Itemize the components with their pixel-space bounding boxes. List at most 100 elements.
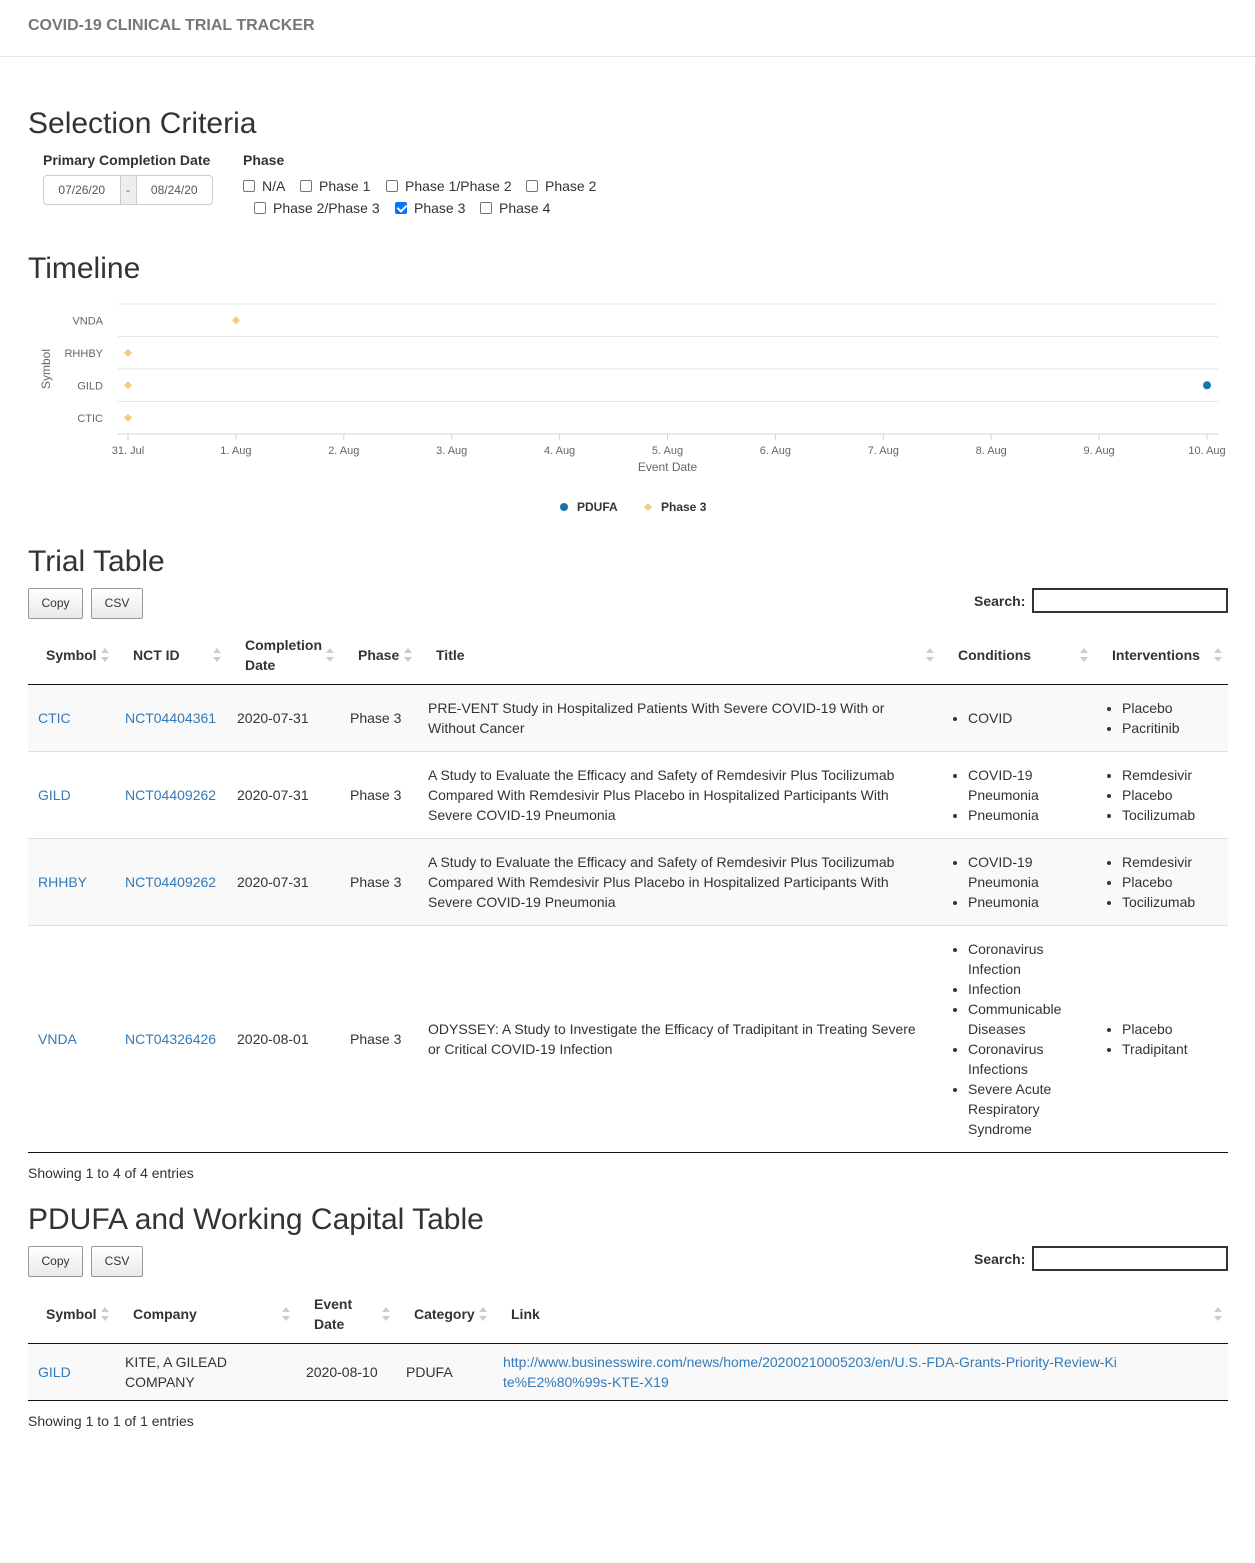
condition-item: Pneumonia xyxy=(968,892,1084,912)
phase-option-label: Phase 1 xyxy=(319,178,371,194)
symbol-link[interactable]: GILD xyxy=(38,787,71,803)
y-axis-label: Symbol xyxy=(39,349,53,389)
trial-table-header-row: Symbol NCT ID Completion Date Phase Titl… xyxy=(28,627,1228,685)
phase-option-label: Phase 4 xyxy=(499,200,551,216)
data-point[interactable] xyxy=(124,348,132,357)
sort-icon[interactable] xyxy=(101,648,109,663)
date-range-picker[interactable]: 07/26/20 - 08/24/20 xyxy=(43,175,213,205)
nct-link[interactable]: NCT04404361 xyxy=(125,710,216,726)
phase-option[interactable]: Phase 2/Phase 3 xyxy=(254,200,380,216)
legend-item[interactable]: PDUFA xyxy=(560,500,618,514)
interventions-list: PlaceboTradipitant xyxy=(1104,1019,1218,1059)
sort-icon[interactable] xyxy=(382,1307,390,1322)
phase-checkbox[interactable] xyxy=(243,180,255,192)
col-conditions[interactable]: Conditions xyxy=(940,627,1094,685)
symbol-link[interactable]: CTIC xyxy=(38,710,71,726)
nct-cell: NCT04409262 xyxy=(115,750,227,838)
col-symbol[interactable]: Symbol xyxy=(28,1286,115,1344)
nct-link[interactable]: NCT04409262 xyxy=(125,874,216,890)
sort-icon[interactable] xyxy=(213,648,221,663)
col-category[interactable]: Category xyxy=(396,1286,493,1344)
sort-icon[interactable] xyxy=(282,1307,290,1322)
phase-checkbox[interactable] xyxy=(526,180,538,192)
x-tick-label: 5. Aug xyxy=(652,445,683,457)
pdufa-search-input[interactable] xyxy=(1032,1246,1228,1271)
phase-option[interactable]: Phase 3 xyxy=(395,200,465,216)
intervention-item: Tocilizumab xyxy=(1122,892,1218,912)
phase-option[interactable]: N/A xyxy=(243,178,285,194)
table-row[interactable]: VNDA NCT04326426 2020-08-01 Phase 3 ODYSSEY:… xyxy=(28,924,1228,1152)
trial-copy-button[interactable]: Copy xyxy=(28,588,83,619)
sort-icon[interactable] xyxy=(1214,1307,1222,1322)
legend-marker xyxy=(560,503,568,511)
sort-icon[interactable] xyxy=(326,648,334,663)
col-title[interactable]: Title xyxy=(418,627,940,685)
phase-checkbox[interactable] xyxy=(386,180,398,192)
condition-item: Coronavirus Infection xyxy=(968,939,1084,979)
phase-checkbox[interactable] xyxy=(300,180,312,192)
condition-item: Infection xyxy=(968,979,1084,999)
trial-table-info: Showing 1 to 4 of 4 entries xyxy=(28,1165,194,1181)
pdufa-csv-button[interactable]: CSV xyxy=(91,1246,143,1277)
sort-icon[interactable] xyxy=(101,1307,109,1322)
trial-search-label: Search: xyxy=(974,593,1026,609)
symbol-link[interactable]: GILD xyxy=(38,1364,71,1380)
phase-checkbox[interactable] xyxy=(395,202,407,214)
col-symbol[interactable]: Symbol xyxy=(28,627,115,685)
data-point[interactable] xyxy=(124,413,132,422)
interventions-cell: RemdesivirPlaceboTocilizumab xyxy=(1094,750,1228,838)
symbol-link[interactable]: VNDA xyxy=(38,1031,77,1047)
trial-table: Symbol NCT ID Completion Date Phase Titl… xyxy=(28,627,1228,1153)
app-title[interactable]: COVID-19 CLINICAL TRIAL TRACKER xyxy=(28,17,315,35)
symbol-cell: VNDA xyxy=(28,924,115,1152)
phase-option[interactable]: Phase 1/Phase 2 xyxy=(386,178,512,194)
trial-table-heading: Trial Table xyxy=(28,545,165,578)
conditions-list: Coronavirus InfectionInfectionCommunicab… xyxy=(950,939,1084,1139)
nct-link[interactable]: NCT04326426 xyxy=(125,1031,216,1047)
phase-option[interactable]: Phase 2 xyxy=(526,178,596,194)
col-phase[interactable]: Phase xyxy=(340,627,418,685)
x-tick-label: 3. Aug xyxy=(436,445,467,457)
nct-link[interactable]: NCT04409262 xyxy=(125,787,216,803)
symbol-cell: GILD xyxy=(28,1343,115,1400)
phase-checkbox[interactable] xyxy=(480,202,492,214)
sort-icon[interactable] xyxy=(1214,648,1222,663)
sort-icon[interactable] xyxy=(404,648,412,663)
col-company[interactable]: Company xyxy=(115,1286,296,1344)
col-interventions[interactable]: Interventions xyxy=(1094,627,1228,685)
sort-icon[interactable] xyxy=(1080,648,1088,663)
table-row[interactable]: GILD NCT04409262 2020-07-31 Phase 3A Study … xyxy=(28,750,1228,838)
sort-icon[interactable] xyxy=(926,648,934,663)
data-point[interactable] xyxy=(231,316,240,325)
phase-option[interactable]: Phase 4 xyxy=(480,200,550,216)
col-link[interactable]: Link xyxy=(493,1286,1228,1344)
table-row[interactable]: RHHBY NCT04409262 2020-07-31 Phase 3A Study… xyxy=(28,837,1228,925)
phase-checkbox[interactable] xyxy=(254,202,266,214)
nct-cell: NCT04404361 xyxy=(115,684,227,751)
x-tick-label: 8. Aug xyxy=(976,445,1007,457)
col-event-date[interactable]: Event Date xyxy=(296,1286,396,1344)
press-release-link[interactable]: http://www.businesswire.com/news/home/20… xyxy=(503,1354,1117,1390)
title-cell: ODYSSEY: A Study to Investigate the Effi… xyxy=(418,924,940,1152)
sort-icon[interactable] xyxy=(479,1307,487,1322)
timeline-chart: VNDA RHHBY GILD CTIC Symbol 31. Jul 1. Aug 2. A… xyxy=(39,303,1226,514)
symbol-link[interactable]: RHHBY xyxy=(38,874,87,890)
col-completion-date[interactable]: Completion Date xyxy=(227,627,340,685)
table-row[interactable]: CTIC NCT04404361 2020-07-31 Phase 3 PRE-VENT… xyxy=(28,684,1228,751)
phase-option[interactable]: Phase 1 xyxy=(300,178,370,194)
condition-item: Pneumonia xyxy=(968,805,1084,825)
date-end-input[interactable]: 08/24/20 xyxy=(137,176,213,204)
intervention-item: Tradipitant xyxy=(1122,1039,1218,1059)
trial-csv-button[interactable]: CSV xyxy=(91,588,143,619)
data-point[interactable] xyxy=(1203,381,1211,390)
pdufa-copy-button[interactable]: Copy xyxy=(28,1246,83,1277)
conditions-cell: Coronavirus InfectionInfectionCommunicab… xyxy=(940,924,1094,1152)
data-point[interactable] xyxy=(124,381,132,390)
col-nct-id[interactable]: NCT ID xyxy=(115,627,227,685)
table-row[interactable]: GILD KITE, A GILEAD COMPANY 2020-08-10 PDUF… xyxy=(28,1343,1228,1400)
legend-item[interactable]: Phase 3 xyxy=(644,500,707,514)
x-axis-label: Event Date xyxy=(638,460,698,474)
date-start-input[interactable]: 07/26/20 xyxy=(44,176,120,204)
intervention-item: Placebo xyxy=(1122,698,1218,718)
trial-search-input[interactable] xyxy=(1032,588,1228,613)
